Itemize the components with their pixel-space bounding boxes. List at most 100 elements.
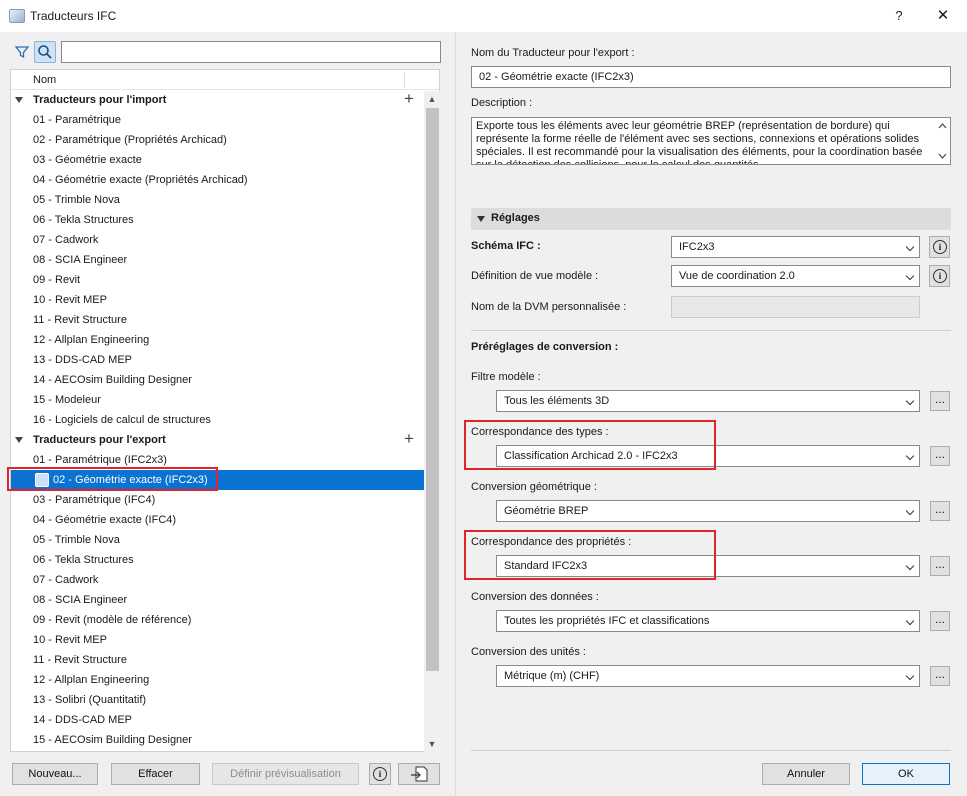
tree-item-label: 08 - SCIA Engineer (33, 594, 128, 606)
tree-item-label: 07 - Cadwork (33, 574, 99, 586)
export-group-label: Traducteurs pour l'export (33, 434, 166, 446)
geometry-more-button[interactable]: ... (930, 501, 950, 521)
conversion-presets-label: Préréglages de conversion : (471, 341, 619, 353)
tree-item-label: 13 - Solibri (Quantitatif) (33, 694, 147, 706)
data-conversion-select[interactable]: Toutes les propriétés IFC et classificat… (496, 610, 920, 632)
tree-item[interactable]: 04 - Géométrie exacte (IFC4) (11, 510, 425, 530)
tree-item[interactable]: 10 - Revit MEP (11, 290, 425, 310)
help-button[interactable]: ? (884, 5, 914, 27)
ifc-schema-select[interactable]: IFC2x3 (671, 236, 920, 258)
tree-item[interactable]: 06 - Tekla Structures (11, 210, 425, 230)
filter-icon[interactable] (14, 44, 30, 60)
export-settings-button[interactable] (398, 763, 440, 785)
tree-item[interactable]: 12 - Allplan Engineering (11, 670, 425, 690)
settings-section-label: Réglages (491, 212, 540, 224)
scroll-up-icon[interactable]: ▲ (424, 91, 440, 107)
tree-item[interactable]: 14 - DDS-CAD MEP (11, 710, 425, 730)
tree-item[interactable]: 15 - Modeleur (11, 390, 425, 410)
data-conversion-value: Toutes les propriétés IFC et classificat… (504, 615, 710, 627)
scrollbar-thumb[interactable] (426, 108, 439, 671)
export-group-header[interactable]: Traducteurs pour l'export + (11, 430, 425, 450)
geometry-conversion-select[interactable]: Géométrie BREP (496, 500, 920, 522)
tree-item[interactable]: 03 - Paramétrique (IFC4) (11, 490, 425, 510)
add-export-translator-icon[interactable]: + (404, 430, 414, 448)
unit-conversion-select[interactable]: Métrique (m) (CHF) (496, 665, 920, 687)
tree-item[interactable]: 08 - SCIA Engineer (11, 590, 425, 610)
tree-item[interactable]: 05 - Trimble Nova (11, 530, 425, 550)
type-mapping-more-button[interactable]: ... (930, 446, 950, 466)
data-conversion-more-button[interactable]: ... (930, 611, 950, 631)
search-input[interactable] (61, 41, 441, 63)
tree-item[interactable]: 07 - Cadwork (11, 230, 425, 250)
tree-item-label: 13 - DDS-CAD MEP (33, 354, 133, 366)
tree-item-label: 09 - Revit (33, 274, 81, 286)
geometry-conversion-value: Géométrie BREP (504, 505, 589, 517)
property-mapping-more-button[interactable]: ... (930, 556, 950, 576)
info-button[interactable]: i (369, 763, 391, 785)
collapse-triangle-icon[interactable] (15, 437, 23, 443)
collapse-triangle-icon[interactable] (15, 97, 23, 103)
tree-item[interactable]: 06 - Tekla Structures (11, 550, 425, 570)
column-divider[interactable] (404, 72, 405, 88)
tree-item[interactable]: 05 - Trimble Nova (11, 190, 425, 210)
description-text[interactable]: Exporte tous les éléments avec leur géom… (471, 117, 951, 165)
chevron-down-icon (905, 561, 915, 571)
tree-item[interactable]: 12 - Allplan Engineering (11, 330, 425, 350)
tree-item[interactable]: 14 - AECOsim Building Designer (11, 370, 425, 390)
tree-item[interactable]: 09 - Revit (modèle de référence) (11, 610, 425, 630)
tree-item[interactable]: 13 - DDS-CAD MEP (11, 350, 425, 370)
schema-info-button[interactable]: i (929, 236, 950, 258)
model-filter-more-button[interactable]: ... (930, 391, 950, 411)
tree-item-label: 03 - Paramétrique (IFC4) (33, 494, 156, 506)
chevron-down-icon (905, 396, 915, 406)
new-translator-button[interactable]: Nouveau... (12, 763, 98, 785)
divider (471, 750, 951, 751)
description-scrollbar[interactable] (935, 118, 950, 164)
tree-item[interactable]: 09 - Revit (11, 270, 425, 290)
cancel-button[interactable]: Annuler (762, 763, 850, 785)
tree-list: Traducteurs pour l'import + 01 - Paramét… (11, 90, 425, 751)
ifc-schema-value: IFC2x3 (679, 241, 715, 253)
data-conversion-label: Conversion des données : (471, 591, 599, 603)
tree-item-label: 12 - Allplan Engineering (33, 334, 150, 346)
app-icon (9, 9, 25, 23)
tree-item[interactable]: 16 - Logiciels de calcul de structures (11, 410, 425, 430)
tree-item[interactable]: 03 - Géométrie exacte (11, 150, 425, 170)
tree-item[interactable]: 15 - AECOsim Building Designer (11, 730, 425, 750)
description-label: Description : (471, 97, 533, 109)
tree-item[interactable]: 13 - Solibri (Quantitatif) (11, 690, 425, 710)
ok-button[interactable]: OK (862, 763, 950, 785)
tree-item[interactable]: 01 - Paramétrique (11, 110, 425, 130)
unit-conversion-value: Métrique (m) (CHF) (504, 670, 600, 682)
translator-tree: Nom Traducteurs pour l'import + 01 - Par… (10, 69, 440, 752)
mvd-value: Vue de coordination 2.0 (679, 270, 795, 282)
search-icon (38, 45, 52, 59)
tree-item-label: 10 - Revit MEP (33, 294, 107, 306)
tree-item[interactable]: 08 - SCIA Engineer (11, 250, 425, 270)
unit-conversion-more-button[interactable]: ... (930, 666, 950, 686)
import-group-header[interactable]: Traducteurs pour l'import + (11, 90, 425, 110)
tree-item[interactable]: 04 - Géométrie exacte (Propriétés Archic… (11, 170, 425, 190)
settings-section-header[interactable]: Réglages (471, 208, 951, 230)
tree-item[interactable]: 11 - Revit Structure (11, 310, 425, 330)
tree-item-label: 01 - Paramétrique (33, 114, 122, 126)
set-preview-button[interactable]: Définir prévisualisation (212, 763, 359, 785)
scroll-down-icon[interactable]: ▼ (424, 736, 440, 752)
mvd-select[interactable]: Vue de coordination 2.0 (671, 265, 920, 287)
tree-item[interactable]: 07 - Cadwork (11, 570, 425, 590)
delete-translator-button[interactable]: Effacer (111, 763, 200, 785)
tree-scrollbar[interactable]: ▲ ▼ (424, 91, 440, 752)
mvd-info-button[interactable]: i (929, 265, 950, 287)
tree-item[interactable]: 11 - Revit Structure (11, 650, 425, 670)
tree-item[interactable]: 02 - Paramétrique (Propriétés Archicad) (11, 130, 425, 150)
collapse-triangle-icon[interactable] (477, 216, 485, 222)
model-filter-select[interactable]: Tous les éléments 3D (496, 390, 920, 412)
close-button[interactable]: ✕ (928, 5, 958, 27)
tree-item[interactable]: 10 - Revit MEP (11, 630, 425, 650)
add-import-translator-icon[interactable]: + (404, 90, 414, 108)
info-icon: i (373, 767, 387, 781)
info-icon: i (933, 240, 947, 254)
column-header[interactable]: Nom (11, 70, 439, 90)
translator-name-field[interactable]: 02 - Géométrie exacte (IFC2x3) (471, 66, 951, 88)
search-toggle-button[interactable] (34, 41, 56, 63)
